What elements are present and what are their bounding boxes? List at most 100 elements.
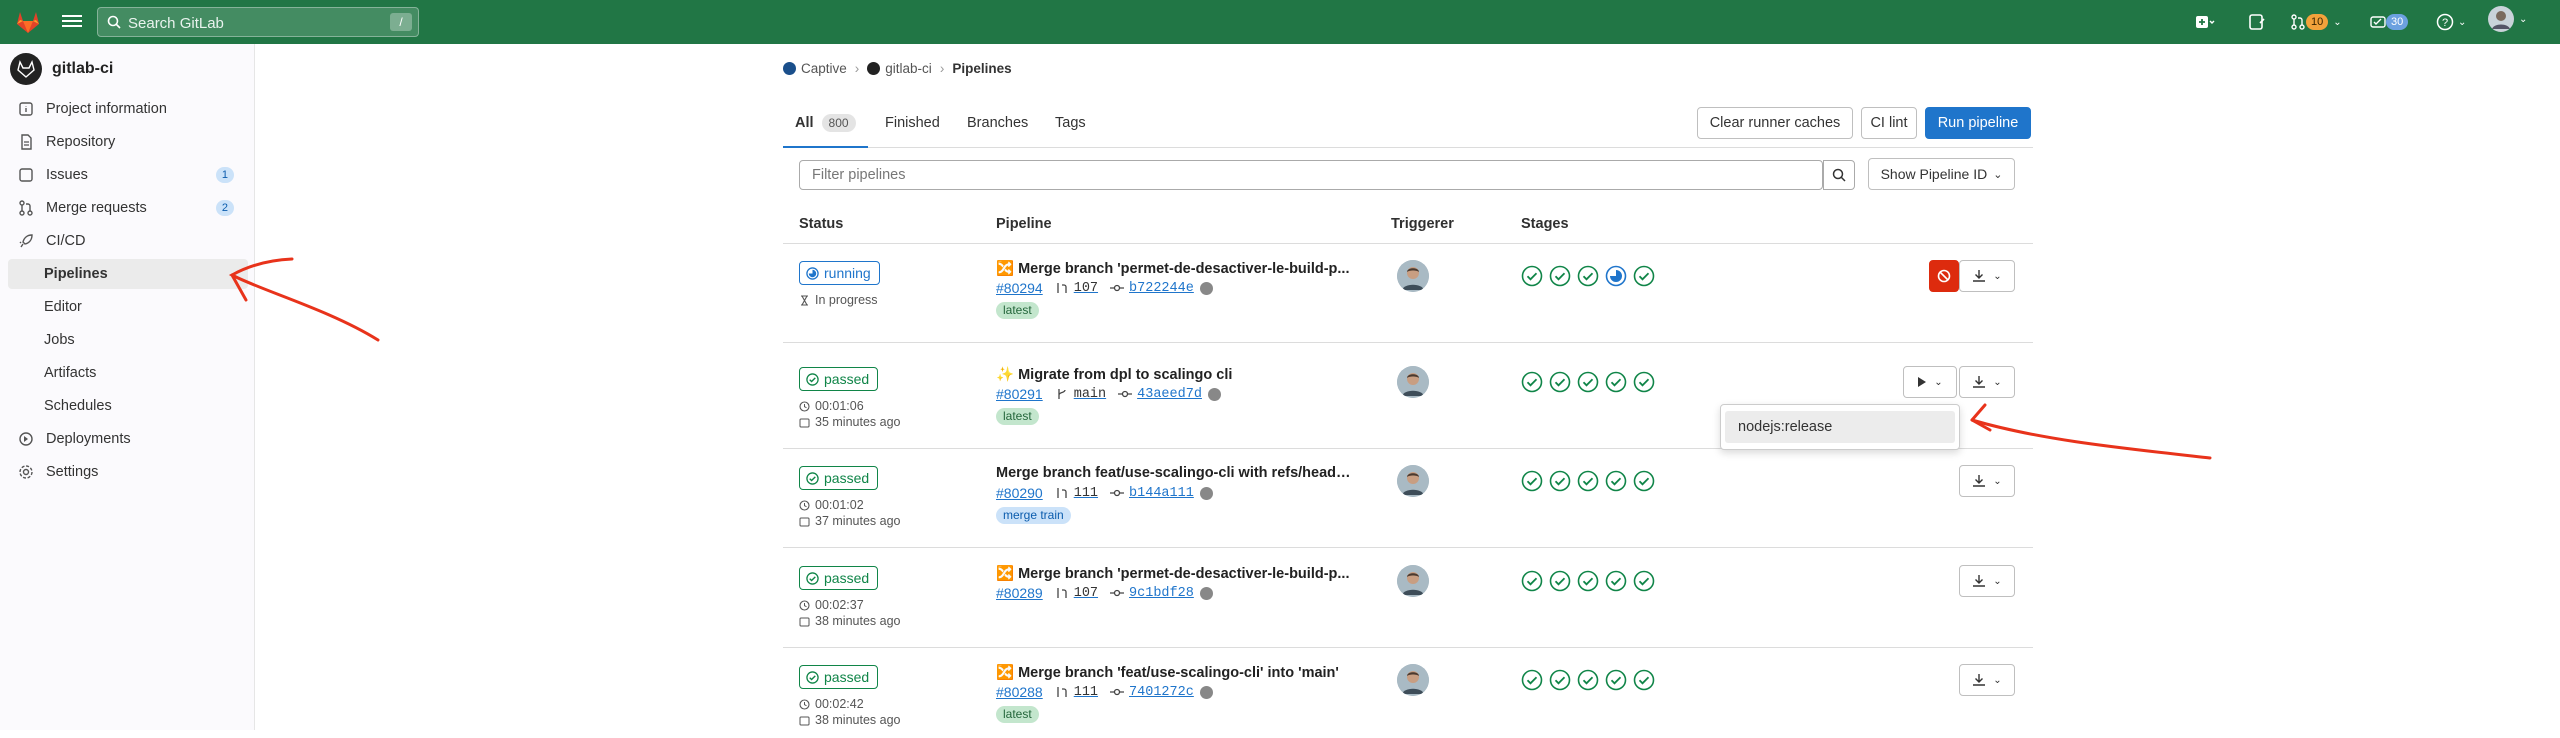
stage-success-icon[interactable] [1577,570,1599,592]
filter-pipelines-input[interactable]: Filter pipelines [799,160,1823,190]
breadcrumb-group[interactable]: Captive [801,61,847,76]
stage-success-icon[interactable] [1521,669,1543,691]
clear-runner-caches-button[interactable]: Clear runner caches [1697,107,1853,139]
sidebar-item-pipelines[interactable]: Pipelines [8,259,248,289]
pipeline-commit-title[interactable]: ✨ Migrate from dpl to scalingo cli [996,366,1356,383]
stage-success-icon[interactable] [1521,265,1543,287]
show-pipeline-id-dropdown[interactable]: Show Pipeline ID ⌄ [1868,158,2015,190]
cancel-pipeline-button[interactable] [1929,260,1959,292]
stage-success-icon[interactable] [1633,265,1655,287]
pipeline-id-link[interactable]: #80291 [996,386,1043,402]
download-artifacts-button[interactable]: ⌄ [1959,366,2015,398]
commit-sha-link[interactable]: b144a111 [1129,486,1194,501]
stage-success-icon[interactable] [1633,669,1655,691]
commit-sha-link[interactable]: 7401272c [1129,685,1194,700]
breadcrumb-project[interactable]: gitlab-ci [885,61,932,76]
issues-icon[interactable] [2247,11,2267,33]
status-label: running [824,265,871,281]
manual-job-item[interactable]: nodejs:release [1725,411,1955,443]
stage-success-icon[interactable] [1633,570,1655,592]
stage-success-icon[interactable] [1521,570,1543,592]
triggerer-avatar[interactable] [1397,465,1429,497]
commit-sha-link[interactable]: 43aeed7d [1137,387,1202,402]
pipeline-commit-title[interactable]: 🔀 Merge branch 'permet-de-desactiver-le-… [996,260,1356,277]
ref-name[interactable]: 107 [1074,281,1098,296]
triggerer-avatar[interactable] [1397,366,1429,398]
sidebar-item-repository[interactable]: Repository [8,127,248,157]
sidebar-item-merge-requests[interactable]: Merge requests 2 [8,193,248,223]
pipeline-id-link[interactable]: #80289 [996,585,1043,601]
pipeline-id-link[interactable]: #80288 [996,684,1043,700]
ci-lint-button[interactable]: CI lint [1861,107,1917,139]
pipeline-id-link[interactable]: #80294 [996,280,1043,296]
stage-success-icon[interactable] [1549,570,1571,592]
ref-name[interactable]: 107 [1074,586,1098,601]
stage-success-icon[interactable] [1605,570,1627,592]
menu-icon[interactable] [62,12,82,32]
stage-success-icon[interactable] [1549,470,1571,492]
sidebar-item-settings[interactable]: Settings [8,457,248,487]
pipeline-commit-title[interactable]: 🔀 Merge branch 'feat/use-scalingo-cli' i… [996,664,1356,681]
download-artifacts-button[interactable]: ⌄ [1959,565,2015,597]
stage-success-icon[interactable] [1633,371,1655,393]
sidebar-item-schedules[interactable]: Schedules [8,391,248,421]
filter-search-button[interactable] [1823,160,1855,190]
ref-name[interactable]: 111 [1074,685,1098,700]
sidebar-item-artifacts[interactable]: Artifacts [8,358,248,388]
status-badge[interactable]: passed [799,466,879,490]
manual-job-play-button[interactable]: ⌄ [1903,366,1957,398]
sidebar-item-editor[interactable]: Editor [8,292,248,322]
download-artifacts-button[interactable]: ⌄ [1959,260,2015,292]
ref-name[interactable]: 111 [1074,486,1098,501]
pipeline-id-link[interactable]: #80290 [996,485,1043,501]
stage-success-icon[interactable] [1549,669,1571,691]
sidebar-item-issues[interactable]: Issues 1 [8,160,248,190]
pipeline-commit-title[interactable]: Merge branch feat/use-scalingo-cli with … [996,465,1356,481]
tab-finished[interactable]: Finished [885,102,940,148]
download-artifacts-button[interactable]: ⌄ [1959,664,2015,696]
stage-success-icon[interactable] [1605,470,1627,492]
stage-success-icon[interactable] [1577,669,1599,691]
tab-all[interactable]: All 800 [783,102,868,148]
status-badge[interactable]: passed [799,367,879,391]
pipeline-stages [1521,470,1661,492]
stage-success-icon[interactable] [1605,371,1627,393]
stage-success-icon[interactable] [1577,470,1599,492]
ref-name[interactable]: main [1074,387,1106,402]
pipeline-commit-title[interactable]: 🔀 Merge branch 'permet-de-desactiver-le-… [996,565,1356,582]
search-input[interactable]: Search GitLab / [97,7,419,37]
stage-success-icon[interactable] [1549,371,1571,393]
tab-tags[interactable]: Tags [1055,102,1086,148]
sidebar-item-jobs[interactable]: Jobs [8,325,248,355]
merge-requests-menu[interactable]: 10 ⌄ [2290,11,2342,33]
commit-sha-link[interactable]: 9c1bdf28 [1129,586,1194,601]
tab-branches[interactable]: Branches [967,102,1028,148]
todos-button[interactable]: 30 [2370,11,2409,33]
new-item-icon[interactable] [2193,11,2215,33]
run-pipeline-button[interactable]: Run pipeline [1925,107,2031,139]
status-badge[interactable]: passed [799,566,879,590]
sidebar-item-deployments[interactable]: Deployments [8,424,248,454]
stage-success-icon[interactable] [1521,470,1543,492]
status-badge[interactable]: passed [799,665,879,689]
triggerer-avatar[interactable] [1397,260,1429,292]
status-badge[interactable]: running [799,261,880,285]
help-menu[interactable]: ? ⌄ [2436,11,2466,33]
sidebar-item-project-information[interactable]: Project information [8,94,248,124]
stage-success-icon[interactable] [1577,371,1599,393]
breadcrumb-current[interactable]: Pipelines [952,61,1011,76]
project-header[interactable]: gitlab-ci [10,53,113,85]
download-artifacts-button[interactable]: ⌄ [1959,465,2015,497]
sidebar-item-ci-cd[interactable]: CI/CD [8,226,248,256]
triggerer-avatar[interactable] [1397,664,1429,696]
stage-running-icon[interactable] [1605,265,1627,287]
triggerer-avatar[interactable] [1397,565,1429,597]
stage-success-icon[interactable] [1549,265,1571,287]
stage-success-icon[interactable] [1577,265,1599,287]
stage-success-icon[interactable] [1605,669,1627,691]
commit-sha-link[interactable]: b722244e [1129,281,1194,296]
stage-success-icon[interactable] [1521,371,1543,393]
user-menu[interactable]: ⌄ [2488,6,2527,32]
stage-success-icon[interactable] [1633,470,1655,492]
gitlab-logo-icon[interactable] [14,8,42,36]
